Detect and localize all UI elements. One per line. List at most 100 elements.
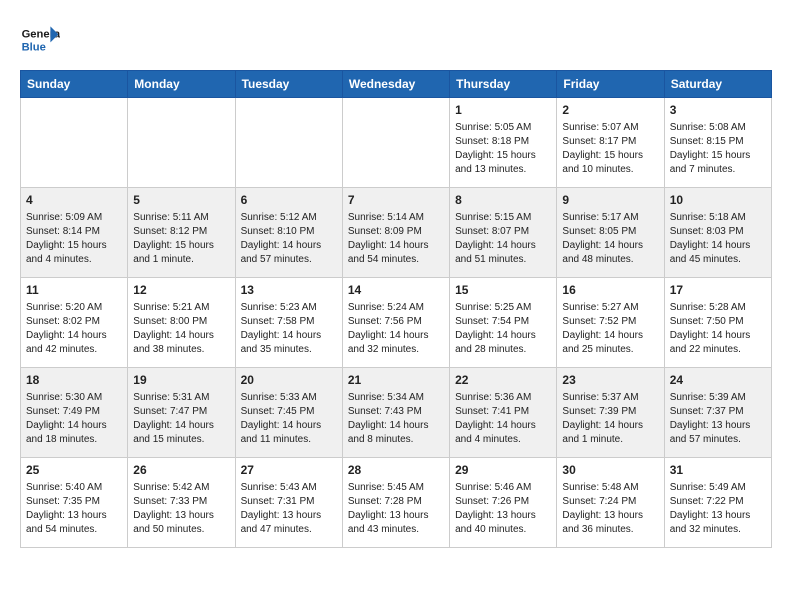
day-info: Sunrise: 5:36 AM Sunset: 7:41 PM Dayligh… xyxy=(455,391,551,447)
day-info: Sunrise: 5:43 AM Sunset: 7:31 PM Dayligh… xyxy=(241,481,337,537)
day-number: 19 xyxy=(133,372,229,389)
day-number: 3 xyxy=(670,102,766,119)
day-info: Sunrise: 5:40 AM Sunset: 7:35 PM Dayligh… xyxy=(26,481,122,537)
day-info: Sunrise: 5:49 AM Sunset: 7:22 PM Dayligh… xyxy=(670,481,766,537)
day-number: 30 xyxy=(562,462,658,479)
day-info: Sunrise: 5:24 AM Sunset: 7:56 PM Dayligh… xyxy=(348,301,444,357)
calendar-cell: 24 Sunrise: 5:39 AM Sunset: 7:37 PM Dayli… xyxy=(664,368,771,458)
day-number: 7 xyxy=(348,192,444,209)
logo: General Blue xyxy=(20,20,64,60)
calendar-cell: 10Sunrise: 5:18 AM Sunset: 8:03 PM Dayli… xyxy=(664,188,771,278)
calendar-cell: 15 Sunrise: 5:25 AM Sunset: 7:54 PM Dayli… xyxy=(450,278,557,368)
day-info: Sunrise: 5:37 AM Sunset: 7:39 PM Dayligh… xyxy=(562,391,658,447)
day-number: 6 xyxy=(241,192,337,209)
calendar-cell: 16 Sunrise: 5:27 AM Sunset: 7:52 PM Dayli… xyxy=(557,278,664,368)
day-info: Sunrise: 5:17 AM Sunset: 8:05 PM Dayligh… xyxy=(562,211,658,267)
calendar-cell: 13 Sunrise: 5:23 AM Sunset: 7:58 PM Dayli… xyxy=(235,278,342,368)
day-info: Sunrise: 5:27 AM Sunset: 7:52 PM Dayligh… xyxy=(562,301,658,357)
calendar-cell: 23 Sunrise: 5:37 AM Sunset: 7:39 PM Dayli… xyxy=(557,368,664,458)
day-info: Sunrise: 5:11 AM Sunset: 8:12 PM Dayligh… xyxy=(133,211,229,267)
day-number: 9 xyxy=(562,192,658,209)
calendar-cell: 20Sunrise: 5:33 AM Sunset: 7:45 PM Dayli… xyxy=(235,368,342,458)
day-number: 12 xyxy=(133,282,229,299)
page-header: General Blue xyxy=(20,20,772,60)
day-number: 14 xyxy=(348,282,444,299)
calendar-table: SundayMondayTuesdayWednesdayThursdayFrid… xyxy=(20,70,772,548)
header-row: SundayMondayTuesdayWednesdayThursdayFrid… xyxy=(21,71,772,98)
day-info: Sunrise: 5:05 AM Sunset: 8:18 PM Dayligh… xyxy=(455,121,551,177)
logo-icon: General Blue xyxy=(20,20,60,60)
calendar-cell: 11Sunrise: 5:20 AM Sunset: 8:02 PM Dayli… xyxy=(21,278,128,368)
day-info: Sunrise: 5:46 AM Sunset: 7:26 PM Dayligh… xyxy=(455,481,551,537)
calendar-cell: 25 Sunrise: 5:40 AM Sunset: 7:35 PM Dayli… xyxy=(21,458,128,548)
header-sunday: Sunday xyxy=(21,71,128,98)
day-number: 31 xyxy=(670,462,766,479)
week-row-2: 4Sunrise: 5:09 AM Sunset: 8:14 PM Daylig… xyxy=(21,188,772,278)
calendar-cell: 7Sunrise: 5:14 AM Sunset: 8:09 PM Daylig… xyxy=(342,188,449,278)
calendar-cell: 4Sunrise: 5:09 AM Sunset: 8:14 PM Daylig… xyxy=(21,188,128,278)
calendar-cell: 30Sunrise: 5:48 AM Sunset: 7:24 PM Dayli… xyxy=(557,458,664,548)
calendar-cell xyxy=(235,98,342,188)
day-number: 2 xyxy=(562,102,658,119)
calendar-cell: 22 Sunrise: 5:36 AM Sunset: 7:41 PM Dayli… xyxy=(450,368,557,458)
calendar-cell: 21 Sunrise: 5:34 AM Sunset: 7:43 PM Dayli… xyxy=(342,368,449,458)
day-number: 4 xyxy=(26,192,122,209)
calendar-cell: 18 Sunrise: 5:30 AM Sunset: 7:49 PM Dayli… xyxy=(21,368,128,458)
calendar-cell: 29 Sunrise: 5:46 AM Sunset: 7:26 PM Dayli… xyxy=(450,458,557,548)
day-info: Sunrise: 5:33 AM Sunset: 7:45 PM Dayligh… xyxy=(241,391,337,447)
day-number: 29 xyxy=(455,462,551,479)
day-info: Sunrise: 5:23 AM Sunset: 7:58 PM Dayligh… xyxy=(241,301,337,357)
day-number: 26 xyxy=(133,462,229,479)
day-number: 17 xyxy=(670,282,766,299)
day-number: 15 xyxy=(455,282,551,299)
day-info: Sunrise: 5:21 AM Sunset: 8:00 PM Dayligh… xyxy=(133,301,229,357)
day-info: Sunrise: 5:18 AM Sunset: 8:03 PM Dayligh… xyxy=(670,211,766,267)
week-row-5: 25 Sunrise: 5:40 AM Sunset: 7:35 PM Dayli… xyxy=(21,458,772,548)
day-info: Sunrise: 5:42 AM Sunset: 7:33 PM Dayligh… xyxy=(133,481,229,537)
header-wednesday: Wednesday xyxy=(342,71,449,98)
day-info: Sunrise: 5:28 AM Sunset: 7:50 PM Dayligh… xyxy=(670,301,766,357)
day-number: 16 xyxy=(562,282,658,299)
header-saturday: Saturday xyxy=(664,71,771,98)
day-number: 23 xyxy=(562,372,658,389)
calendar-cell xyxy=(21,98,128,188)
day-number: 25 xyxy=(26,462,122,479)
header-monday: Monday xyxy=(128,71,235,98)
day-info: Sunrise: 5:12 AM Sunset: 8:10 PM Dayligh… xyxy=(241,211,337,267)
header-thursday: Thursday xyxy=(450,71,557,98)
calendar-cell: 5 Sunrise: 5:11 AM Sunset: 8:12 PM Daylig… xyxy=(128,188,235,278)
day-number: 24 xyxy=(670,372,766,389)
day-number: 11 xyxy=(26,282,122,299)
calendar-cell: 19Sunrise: 5:31 AM Sunset: 7:47 PM Dayli… xyxy=(128,368,235,458)
day-number: 18 xyxy=(26,372,122,389)
week-row-3: 11Sunrise: 5:20 AM Sunset: 8:02 PM Dayli… xyxy=(21,278,772,368)
day-number: 13 xyxy=(241,282,337,299)
calendar-cell: 12 Sunrise: 5:21 AM Sunset: 8:00 PM Dayli… xyxy=(128,278,235,368)
calendar-cell: 17 Sunrise: 5:28 AM Sunset: 7:50 PM Dayli… xyxy=(664,278,771,368)
day-number: 1 xyxy=(455,102,551,119)
header-friday: Friday xyxy=(557,71,664,98)
day-info: Sunrise: 5:15 AM Sunset: 8:07 PM Dayligh… xyxy=(455,211,551,267)
day-number: 28 xyxy=(348,462,444,479)
week-row-1: 1 Sunrise: 5:05 AM Sunset: 8:18 PM Daylig… xyxy=(21,98,772,188)
day-info: Sunrise: 5:30 AM Sunset: 7:49 PM Dayligh… xyxy=(26,391,122,447)
day-info: Sunrise: 5:34 AM Sunset: 7:43 PM Dayligh… xyxy=(348,391,444,447)
day-number: 21 xyxy=(348,372,444,389)
day-info: Sunrise: 5:07 AM Sunset: 8:17 PM Dayligh… xyxy=(562,121,658,177)
header-tuesday: Tuesday xyxy=(235,71,342,98)
calendar-cell xyxy=(342,98,449,188)
day-info: Sunrise: 5:45 AM Sunset: 7:28 PM Dayligh… xyxy=(348,481,444,537)
calendar-cell: 1 Sunrise: 5:05 AM Sunset: 8:18 PM Daylig… xyxy=(450,98,557,188)
day-number: 22 xyxy=(455,372,551,389)
day-number: 8 xyxy=(455,192,551,209)
day-info: Sunrise: 5:08 AM Sunset: 8:15 PM Dayligh… xyxy=(670,121,766,177)
day-number: 5 xyxy=(133,192,229,209)
calendar-cell: 9 Sunrise: 5:17 AM Sunset: 8:05 PM Daylig… xyxy=(557,188,664,278)
svg-text:Blue: Blue xyxy=(22,41,46,53)
calendar-cell: 3 Sunrise: 5:08 AM Sunset: 8:15 PM Daylig… xyxy=(664,98,771,188)
calendar-cell: 2 Sunrise: 5:07 AM Sunset: 8:17 PM Daylig… xyxy=(557,98,664,188)
day-info: Sunrise: 5:39 AM Sunset: 7:37 PM Dayligh… xyxy=(670,391,766,447)
calendar-cell: 8 Sunrise: 5:15 AM Sunset: 8:07 PM Daylig… xyxy=(450,188,557,278)
day-info: Sunrise: 5:25 AM Sunset: 7:54 PM Dayligh… xyxy=(455,301,551,357)
calendar-cell: 26 Sunrise: 5:42 AM Sunset: 7:33 PM Dayli… xyxy=(128,458,235,548)
